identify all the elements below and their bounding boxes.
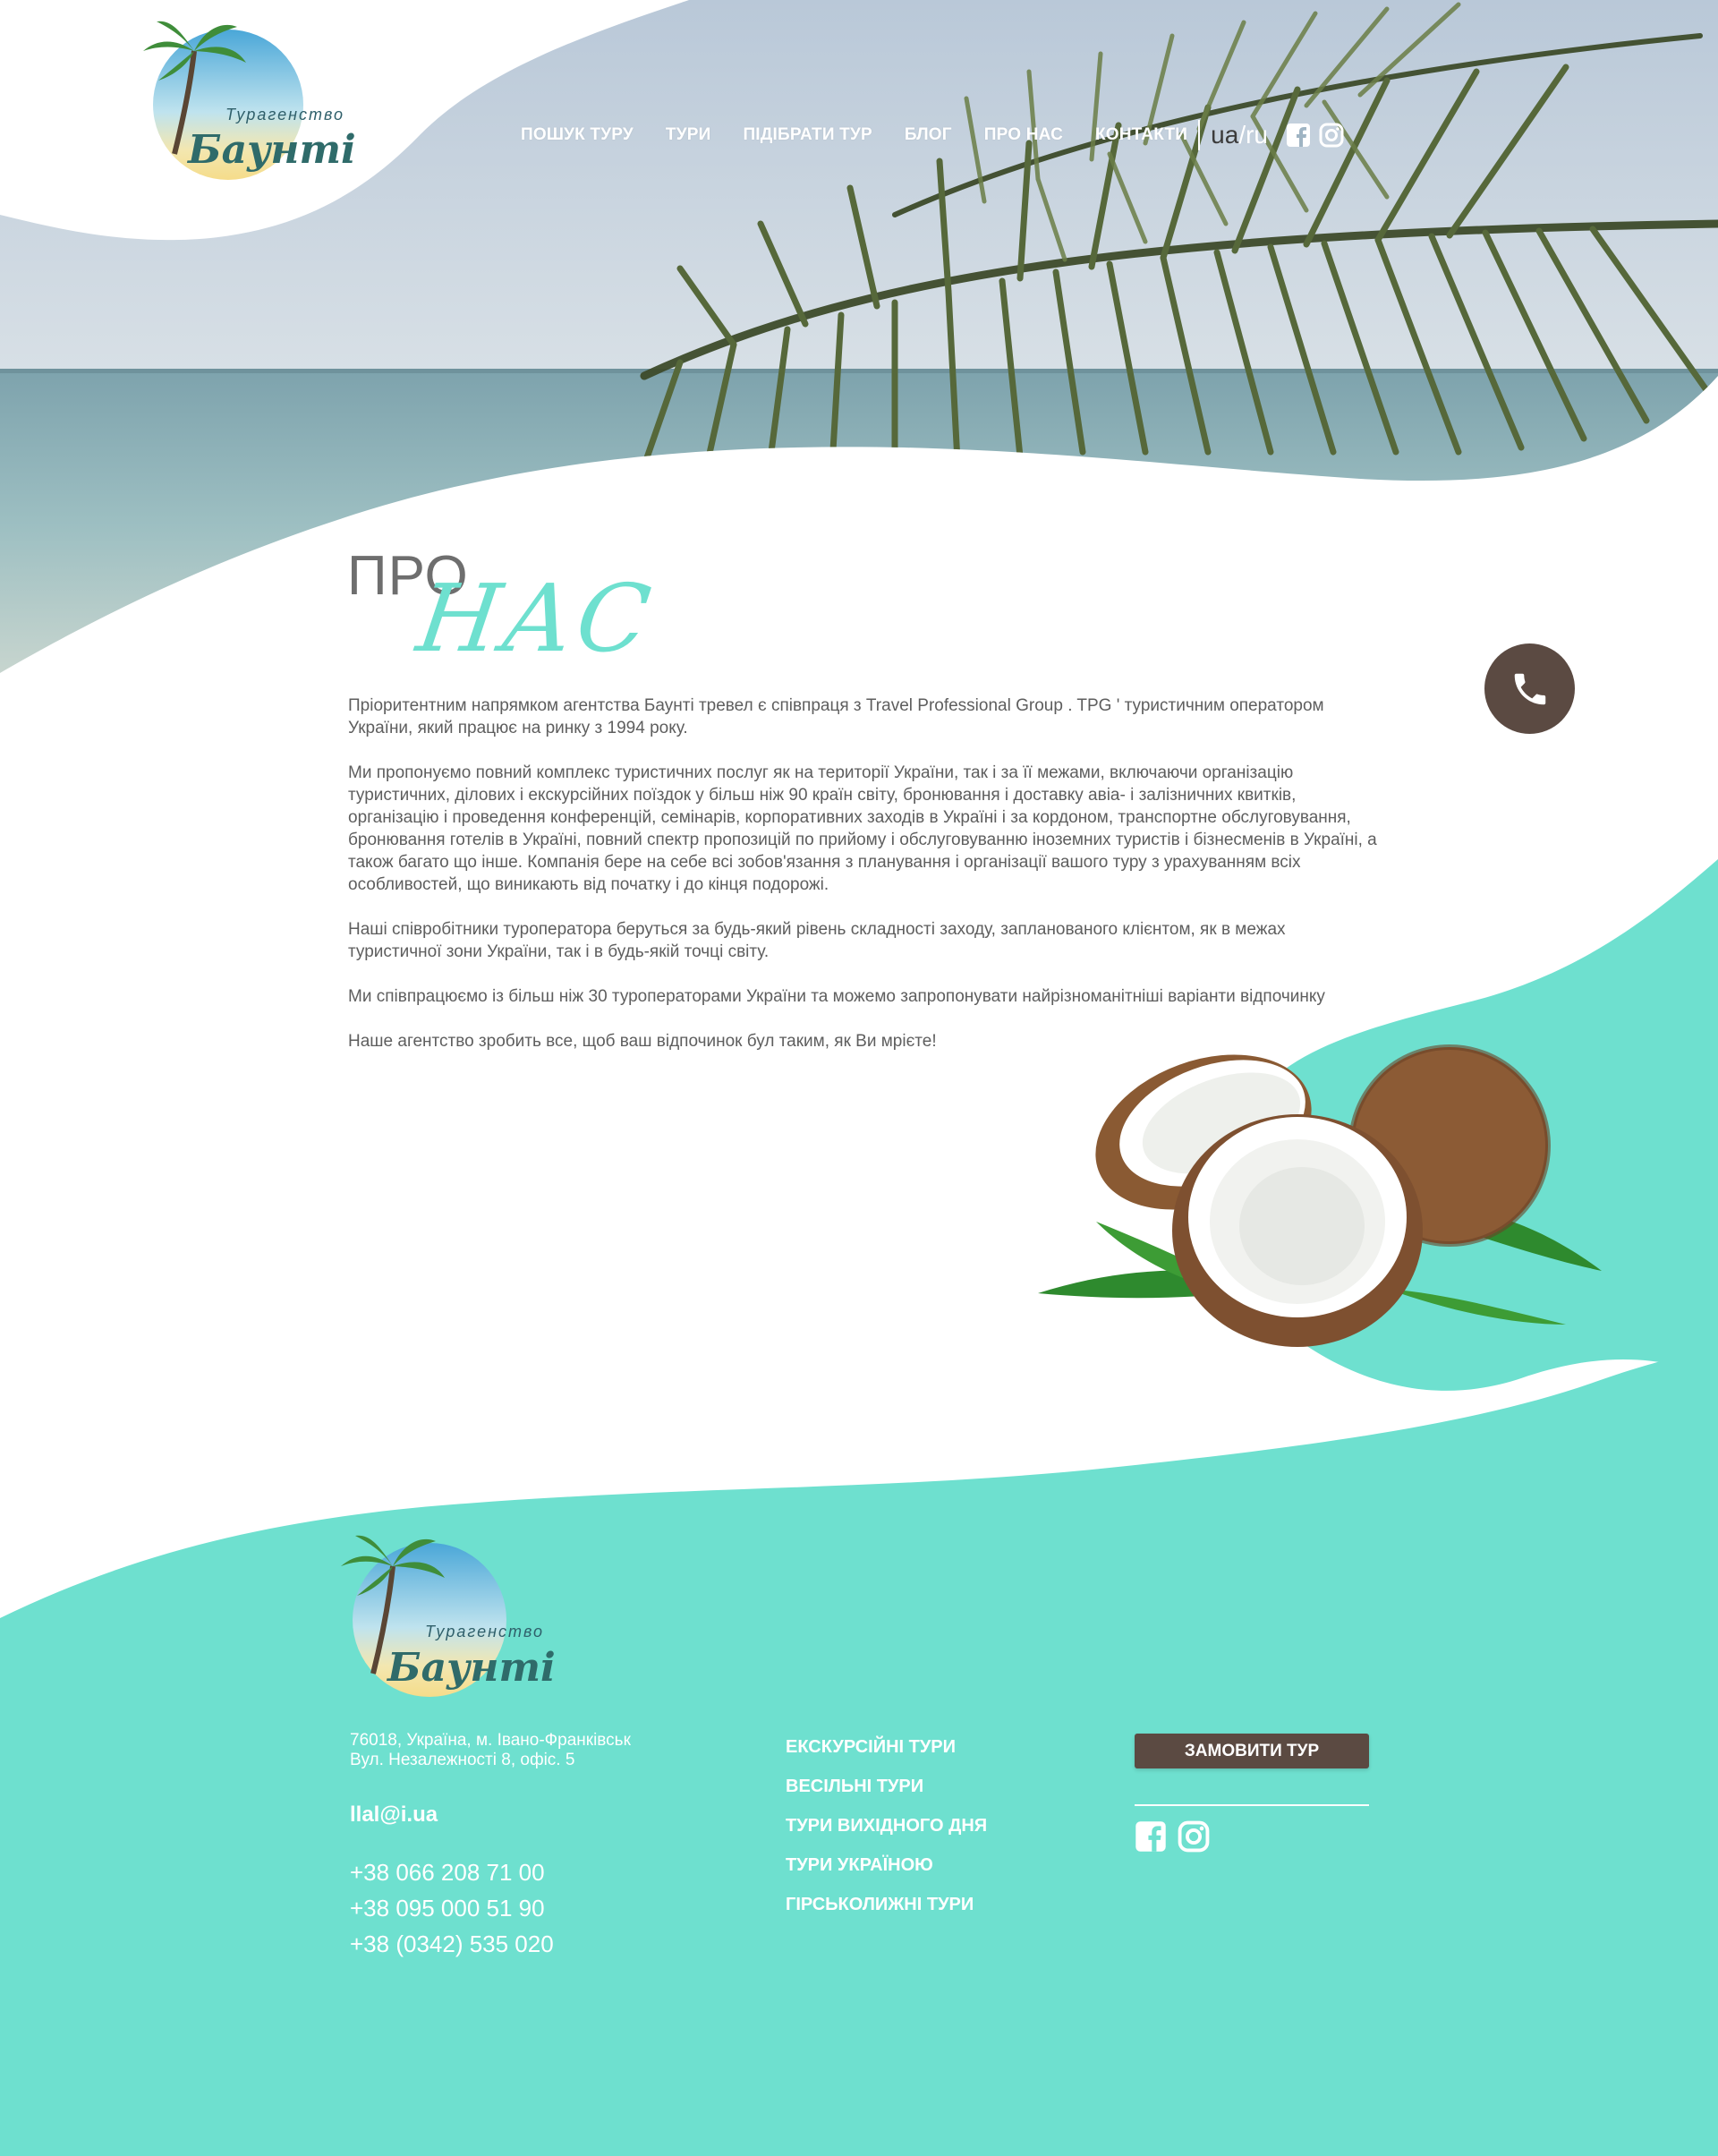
- call-button[interactable]: [1484, 643, 1575, 734]
- footer-logo-line1: Турагенство: [425, 1623, 544, 1640]
- phone-icon: [1514, 673, 1545, 704]
- footer-divider: [1135, 1804, 1369, 1806]
- footer-link-ukraine[interactable]: ТУРИ УКРАЇНОЮ: [786, 1845, 987, 1885]
- coconut-image: [1038, 1044, 1602, 1347]
- about-paragraph: Ми співпрацюємо із більш ніж 30 туропера…: [348, 987, 1325, 1006]
- footer-links: ЕКСКУРСІЙНІ ТУРИ ВЕСІЛЬНІ ТУРИ ТУРИ ВИХІ…: [786, 1727, 987, 1924]
- footer-phones: +38 066 208 71 00 +38 095 000 51 90 +38 …: [350, 1854, 554, 1962]
- phone-number[interactable]: +38 095 000 51 90: [350, 1890, 554, 1926]
- footer-logo-line2: Баунті: [386, 1645, 556, 1691]
- about-text: Пріоритентним напрямком агентства Баунті…: [348, 695, 1377, 1075]
- footer-address: 76018, Україна, м. Івано-Франківськ Вул.…: [350, 1731, 631, 1770]
- nav-tours[interactable]: ТУРИ: [666, 125, 711, 145]
- nav-divider: [1198, 120, 1201, 150]
- footer-link-excursion[interactable]: ЕКСКУРСІЙНІ ТУРИ: [786, 1727, 987, 1767]
- logo-text-line2: Баунті: [186, 127, 356, 173]
- about-paragraph: Ми пропонуємо повний комплекс туристични…: [348, 763, 1377, 894]
- about-paragraph: Пріоритентним напрямком агентства Баунті…: [348, 696, 1324, 737]
- instagram-icon[interactable]: [1178, 1820, 1210, 1853]
- footer-link-weekend[interactable]: ТУРИ ВИХІДНОГО ДНЯ: [786, 1806, 987, 1845]
- footer-email[interactable]: llal@i.ua: [350, 1802, 438, 1828]
- about-title-second: НАС: [411, 564, 660, 673]
- about-paragraph: Наші співробітники туроператора беруться…: [348, 920, 1286, 961]
- facebook-icon[interactable]: [1135, 1820, 1167, 1853]
- order-tour-button[interactable]: ЗАМОВИТИ ТУР: [1135, 1734, 1369, 1768]
- address-line: Вул. Незалежності 8, офіс. 5: [350, 1751, 575, 1769]
- lang-ua[interactable]: ua: [1211, 121, 1238, 149]
- header-logo[interactable]: Турагенство Баунті: [139, 20, 362, 185]
- footer-link-wedding[interactable]: ВЕСІЛЬНІ ТУРИ: [786, 1767, 987, 1806]
- address-line: 76018, Україна, м. Івано-Франківськ: [350, 1731, 631, 1750]
- nav-search-tour[interactable]: ПОШУК ТУРУ: [521, 125, 634, 145]
- lang-ru[interactable]: ru: [1246, 121, 1268, 149]
- nav-pick-tour[interactable]: ПІДІБРАТИ ТУР: [743, 125, 872, 145]
- language-switch[interactable]: ua/ru: [1211, 121, 1268, 149]
- phone-number[interactable]: +38 066 208 71 00: [350, 1854, 554, 1890]
- footer-social: [1135, 1820, 1220, 1853]
- nav-blog[interactable]: БЛОГ: [905, 125, 952, 145]
- instagram-icon[interactable]: [1319, 123, 1344, 148]
- phone-number[interactable]: +38 (0342) 535 020: [350, 1926, 554, 1962]
- logo-text-line1: Турагенство: [225, 106, 344, 124]
- main-nav: ПОШУК ТУРУ ТУРИ ПІДІБРАТИ ТУР БЛОГ ПРО Н…: [521, 120, 1352, 150]
- footer-logo[interactable]: Турагенство Баунті: [336, 1532, 559, 1702]
- footer-link-ski[interactable]: ГІРСЬКОЛИЖНІ ТУРИ: [786, 1885, 987, 1924]
- facebook-icon[interactable]: [1286, 123, 1311, 148]
- nav-about[interactable]: ПРО НАС: [984, 125, 1063, 145]
- nav-contacts[interactable]: КОНТАКТИ: [1095, 125, 1187, 145]
